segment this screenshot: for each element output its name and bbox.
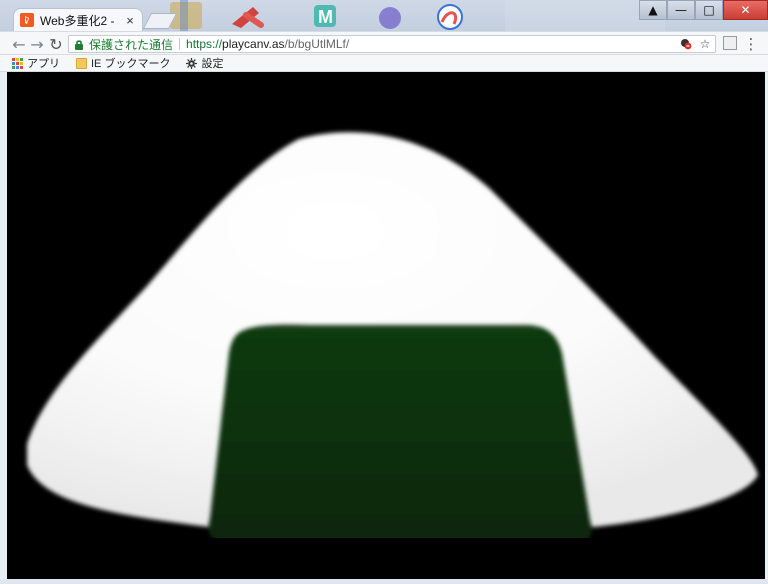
playcanvas-viewport[interactable]: [7, 72, 765, 579]
window-bottom-edge: [0, 579, 768, 584]
bookmark-label: 設定: [201, 58, 224, 70]
back-icon[interactable]: ←: [10, 35, 28, 54]
tab-title: Web多重化2 - PLAYCAN: [40, 13, 118, 28]
bookmark-apps[interactable]: アプリ: [12, 55, 60, 72]
bookmarks-bar: アプリ IE ブックマーク 設定: [0, 55, 768, 72]
reload-icon[interactable]: ↻: [47, 35, 65, 54]
bookmark-label: アプリ: [27, 58, 60, 70]
forward-icon[interactable]: →: [28, 35, 46, 54]
browser-window: M Web多重化2 - PLAYCAN × ▲ — □ ✕ ← →: [0, 0, 768, 584]
url-path: /b/bgUtlMLf/: [284, 37, 350, 51]
address-bar-actions: ☆: [680, 36, 711, 52]
browser-toolbar: ← → ↻ 保護された通信 https:// playcanv.as /b/bg…: [0, 31, 768, 55]
chrome-menu-icon[interactable]: ⋮: [744, 35, 759, 53]
bookmark-label: IE ブックマーク: [91, 58, 171, 70]
secure-connection-label: 保護された通信: [89, 37, 174, 52]
url-host: playcanv.as: [222, 37, 285, 51]
extension-icon[interactable]: [723, 36, 737, 50]
lock-icon: [74, 39, 84, 50]
minimize-window-button[interactable]: —: [667, 0, 695, 20]
bookmark-star-icon[interactable]: ☆: [699, 38, 711, 50]
window-controls: ▲ — □ ✕: [639, 0, 768, 20]
bookmark-ie-folder[interactable]: IE ブックマーク: [76, 55, 170, 72]
title-bar: M Web多重化2 - PLAYCAN × ▲ — □ ✕: [0, 0, 768, 32]
nori-seaweed-shape: [208, 324, 592, 543]
url-scheme: https://: [186, 37, 223, 51]
new-tab-button[interactable]: [142, 13, 178, 29]
apps-grid-icon: [12, 57, 23, 69]
svg-text:M: M: [318, 7, 333, 27]
onigiri-render: [7, 72, 765, 579]
gear-icon: [186, 57, 198, 69]
maximize-window-button[interactable]: □: [695, 0, 723, 20]
address-divider: [179, 38, 181, 50]
user-profile-icon[interactable]: ▲: [639, 0, 667, 20]
desktop-background-icons: M: [170, 0, 665, 31]
address-bar[interactable]: 保護された通信 https:// playcanv.as /b/bgUtlMLf…: [68, 35, 716, 53]
bookmark-settings[interactable]: 設定: [186, 55, 223, 72]
browser-tab-active[interactable]: Web多重化2 - PLAYCAN ×: [13, 8, 143, 31]
close-window-button[interactable]: ✕: [723, 0, 768, 20]
folder-icon: [76, 57, 87, 69]
playcanvas-favicon-icon: [20, 13, 34, 27]
site-settings-icon[interactable]: [680, 38, 692, 50]
close-tab-icon[interactable]: ×: [124, 14, 136, 27]
